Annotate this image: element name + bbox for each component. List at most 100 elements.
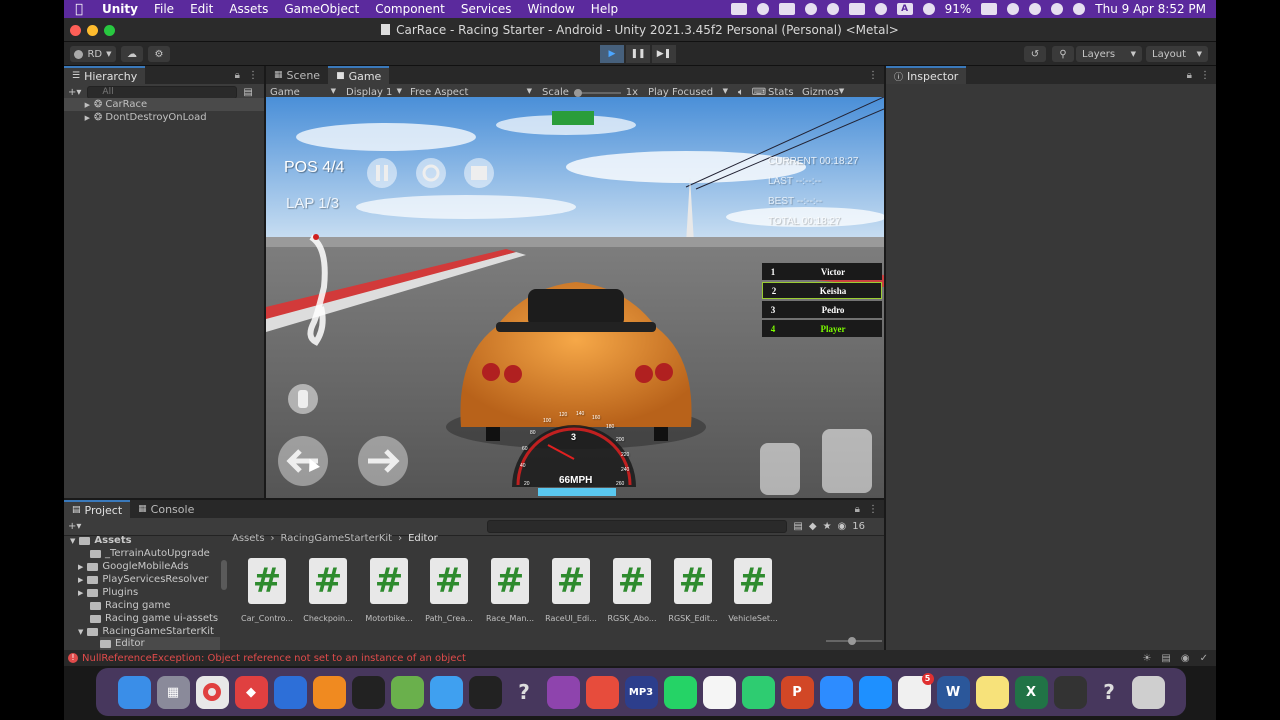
asset-file[interactable]: # RGSK_Edit... xyxy=(665,558,721,623)
lock-icon[interactable]: 🔒︎ xyxy=(1187,70,1192,81)
layers-dropdown[interactable]: Layers ▼ xyxy=(1076,46,1142,62)
control-center-icon[interactable] xyxy=(1073,3,1086,15)
help-icon[interactable]: ? xyxy=(508,676,541,709)
close-window-button[interactable] xyxy=(70,25,81,36)
pause-icon[interactable] xyxy=(367,158,397,188)
accelerator-pedal-button[interactable] xyxy=(822,429,872,493)
menu-component[interactable]: Component xyxy=(367,2,453,16)
asset-file[interactable]: # VehicleSet... xyxy=(725,558,781,623)
app-store-icon[interactable] xyxy=(858,675,892,709)
nitro-icon[interactable] xyxy=(288,384,318,414)
star-icon[interactable]: ★ xyxy=(823,521,832,532)
freeform-icon[interactable] xyxy=(702,675,736,709)
network-icon[interactable]: ▤ xyxy=(1161,653,1170,664)
scale-slider-handle[interactable] xyxy=(573,88,582,97)
expand-arrow-icon[interactable]: ▶ xyxy=(64,114,94,122)
trash-icon[interactable] xyxy=(1131,675,1165,709)
sync-icon[interactable] xyxy=(826,3,839,15)
hierarchy-item-dontdestroy[interactable]: ▶ ❂ DontDestroyOnLoad xyxy=(64,111,264,124)
step-button[interactable]: ▶❚ xyxy=(652,45,676,63)
cloud-icon[interactable]: ☁ xyxy=(121,46,143,62)
search-icon[interactable]: ⚲ xyxy=(1052,46,1074,62)
kebab-menu-icon[interactable]: ⋮ xyxy=(1200,70,1210,81)
add-icon[interactable]: +▾ xyxy=(68,87,81,98)
camera-icon[interactable] xyxy=(464,158,494,188)
pause-button[interactable]: ❚❚ xyxy=(626,45,650,63)
lock-icon[interactable]: 🔒︎ xyxy=(855,504,860,515)
icon-size-slider[interactable] xyxy=(826,637,882,645)
android-studio-icon[interactable] xyxy=(390,675,424,709)
filter-icon[interactable]: ▤ xyxy=(243,87,252,98)
expand-arrow-icon[interactable]: ▶ xyxy=(78,589,83,597)
breadcrumb-item-current[interactable]: Editor xyxy=(408,533,438,544)
tree-item[interactable]: ▶ Plugins xyxy=(78,586,138,599)
menu-assets[interactable]: Assets xyxy=(221,2,276,16)
unity-status-icon[interactable] xyxy=(756,3,769,15)
finder-icon[interactable] xyxy=(117,675,151,709)
visual-studio-icon[interactable] xyxy=(546,675,580,709)
messenger-icon[interactable] xyxy=(804,3,817,15)
tree-item[interactable]: _TerrainAutoUpgrade xyxy=(90,547,210,560)
tree-item[interactable]: Racing game ui-assets xyxy=(90,612,218,625)
asset-file[interactable]: # Car_Contro... xyxy=(239,558,295,623)
safari-icon[interactable] xyxy=(429,675,463,709)
lighting-icon[interactable]: ☀ xyxy=(1142,653,1151,664)
asset-file[interactable]: # Race_Man... xyxy=(482,558,538,623)
restart-icon[interactable] xyxy=(416,158,446,188)
zoom-window-button[interactable] xyxy=(104,25,115,36)
apple-icon[interactable]:  xyxy=(64,2,94,17)
breadcrumb-item[interactable]: Assets xyxy=(232,533,265,544)
menu-app-name[interactable]: Unity xyxy=(94,2,146,16)
photos-icon[interactable]: 5 xyxy=(897,672,934,709)
tree-scrollbar[interactable] xyxy=(221,560,227,590)
menubar-clock[interactable]: Thu 9 Apr 8:52 PM xyxy=(1095,2,1206,16)
play-button[interactable]: ▶ xyxy=(600,45,624,63)
kebab-menu-icon[interactable]: ⋮ xyxy=(868,504,878,515)
expand-arrow-icon[interactable]: ▶ xyxy=(78,563,83,571)
tab-console[interactable]: ▦ Console xyxy=(130,500,202,518)
battery-icon[interactable] xyxy=(981,3,998,15)
history-icon[interactable]: ↺ xyxy=(1024,46,1046,62)
asset-file[interactable]: # RaceUI_Edi... xyxy=(543,558,599,623)
cache-icon[interactable]: ◉ xyxy=(1181,653,1190,664)
sourcetree-icon[interactable] xyxy=(585,675,619,709)
filter-by-type-icon[interactable]: ▤ xyxy=(793,521,802,532)
breadcrumb-item[interactable]: RacingGameStarterKit xyxy=(281,533,393,544)
whatsapp-icon[interactable] xyxy=(663,675,697,709)
tab-project[interactable]: ▤ Project xyxy=(64,500,131,518)
input-source-icon[interactable]: A xyxy=(896,3,913,15)
tree-item-assets[interactable]: ▼ Assets xyxy=(70,534,132,547)
menu-window[interactable]: Window xyxy=(519,2,582,16)
tree-item[interactable]: Racing game xyxy=(90,599,170,612)
wifi-icon[interactable] xyxy=(1029,3,1042,15)
chrome-icon[interactable] xyxy=(195,675,229,709)
project-search-input[interactable] xyxy=(487,520,788,533)
excel-icon[interactable]: X xyxy=(1014,675,1048,709)
asset-file[interactable]: # Path_Crea... xyxy=(421,558,477,623)
battery-monitor-icon[interactable] xyxy=(778,3,795,15)
screen-share-icon[interactable] xyxy=(730,3,747,15)
icon-size-slider-handle[interactable] xyxy=(848,637,856,645)
unity-hub-icon[interactable] xyxy=(468,675,502,709)
minimize-window-button[interactable] xyxy=(87,25,98,36)
tree-item[interactable]: ▶ PlayServicesResolver xyxy=(78,573,208,586)
text-icon[interactable] xyxy=(848,3,865,15)
spreadsheet-icon[interactable] xyxy=(741,675,775,709)
expand-arrow-icon[interactable]: ▶ xyxy=(64,101,94,109)
tab-game[interactable]: ■ Game xyxy=(328,66,390,84)
account-button[interactable]: RD ▼ xyxy=(70,46,116,62)
menu-services[interactable]: Services xyxy=(453,2,520,16)
filter-by-label-icon[interactable]: ◆ xyxy=(809,521,817,532)
kebab-menu-icon[interactable]: ⋮ xyxy=(868,70,878,81)
help-icon[interactable]: ? xyxy=(1093,676,1126,709)
zoom-icon[interactable] xyxy=(819,675,853,709)
asset-file[interactable]: # RGSK_Abo... xyxy=(604,558,660,623)
menu-gameobject[interactable]: GameObject xyxy=(276,2,367,16)
expand-arrow-icon[interactable]: ▶ xyxy=(78,576,83,584)
launchpad-icon[interactable]: ▦ xyxy=(156,675,190,709)
spotlight-search-icon[interactable] xyxy=(1051,3,1064,15)
tab-inspector[interactable]: ⓘ Inspector xyxy=(886,66,967,84)
link-icon[interactable] xyxy=(1007,3,1020,15)
expand-arrow-icon[interactable]: ▼ xyxy=(78,628,83,636)
tab-hierarchy[interactable]: ☰ Hierarchy xyxy=(64,66,146,84)
